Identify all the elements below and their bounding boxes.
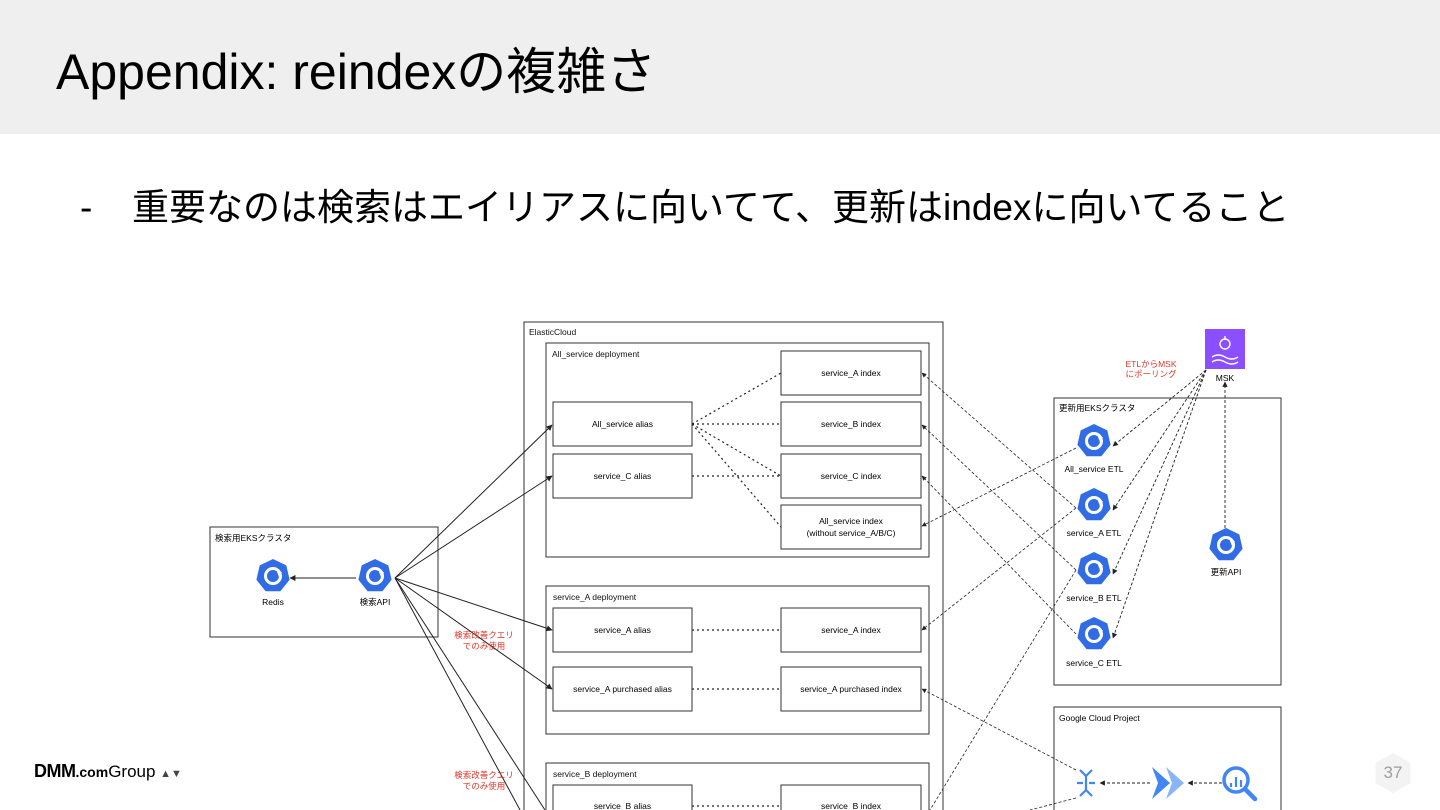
service-b-index-all: service_B index <box>780 401 922 447</box>
svg-text:service_C alias: service_C alias <box>594 471 652 481</box>
svg-text:service_B index: service_B index <box>821 419 882 429</box>
note-improve-2: 検索改善クエリ でのみ使用 <box>454 770 514 791</box>
svg-text:service_A alias: service_A alias <box>594 625 651 635</box>
all-service-alias: All_service alias <box>552 401 693 447</box>
kubernetes-icon <box>1207 526 1245 562</box>
svg-text:検索改善クエリ: 検索改善クエリ <box>454 630 514 640</box>
svg-text:service_B ETL: service_B ETL <box>1066 593 1122 603</box>
svg-text:service_A ETL: service_A ETL <box>1067 528 1122 538</box>
search-api-arrows <box>394 424 553 810</box>
page-number-badge: 37 <box>1372 752 1414 794</box>
svg-text:service_A index: service_A index <box>821 368 881 378</box>
kubernetes-icon <box>1075 615 1113 651</box>
bigquery-icon <box>1222 766 1258 802</box>
msk-icon <box>1205 329 1245 369</box>
svg-text:検索API: 検索API <box>360 597 391 607</box>
svg-text:service_A index: service_A index <box>821 625 881 635</box>
logo-mark-icon: ▲▼ <box>160 768 182 780</box>
architecture-diagram: ElasticCloud All_service deployment serv… <box>209 321 1282 810</box>
msk-node: MSK <box>1205 329 1245 383</box>
kubernetes-icon <box>1075 550 1113 586</box>
kubernetes-icon <box>356 557 394 593</box>
dataflow-icon <box>1077 769 1095 797</box>
svg-text:service_B alias: service_B alias <box>594 801 651 810</box>
kubernetes-icon <box>1075 422 1113 458</box>
gcp-project-label: Google Cloud Project <box>1059 713 1140 723</box>
service-a-index-all: service_A index <box>780 350 922 396</box>
svg-text:でのみ使用: でのみ使用 <box>463 781 506 791</box>
service-c-index-all: service_C index <box>780 453 922 499</box>
service-a-purchased-index: service_A purchased index <box>780 666 922 712</box>
svg-text:Redis: Redis <box>262 597 284 607</box>
service-a-index: service_A index <box>780 607 922 653</box>
service-a-purchased-alias: service_A purchased alias <box>552 666 693 712</box>
pubsub-icon <box>1152 767 1184 799</box>
svg-text:MSK: MSK <box>1216 373 1235 383</box>
dmm-logo: DMM.comGroup ▲▼ <box>34 761 182 781</box>
service-b-index: service_B index <box>780 784 922 810</box>
svg-text:All_service ETL: All_service ETL <box>1064 464 1123 474</box>
svg-text:service_C index: service_C index <box>821 471 882 481</box>
msk-note: ETLからMSK にポーリング <box>1125 359 1177 379</box>
svg-text:検索改善クエリ: 検索改善クエリ <box>454 770 514 780</box>
svg-text:All_service alias: All_service alias <box>592 419 653 429</box>
service-b-deployment-label: service_B deployment <box>553 769 637 779</box>
elastic-cloud-label: ElasticCloud <box>529 327 577 337</box>
service-a-etl-node: service_A ETL <box>1067 486 1122 538</box>
svg-text:service_C ETL: service_C ETL <box>1066 658 1122 668</box>
service-a-alias: service_A alias <box>552 607 693 653</box>
svg-text:更新API: 更新API <box>1211 567 1242 577</box>
svg-text:service_A purchased alias: service_A purchased alias <box>573 684 672 694</box>
search-cluster-label: 検索用EKSクラスタ <box>215 533 291 543</box>
search-api-node: 検索API <box>356 557 394 607</box>
svg-text:All_service index: All_service index <box>819 516 884 526</box>
update-api-node: 更新API <box>1207 526 1245 577</box>
all-service-index: All_service index (without service_A/B/C… <box>780 504 922 550</box>
svg-text:ETLからMSK: ETLからMSK <box>1125 359 1176 369</box>
service-c-etl-node: service_C ETL <box>1066 615 1122 668</box>
service-b-alias: service_B alias <box>552 784 693 810</box>
redis-node: Redis <box>254 557 292 607</box>
kubernetes-icon <box>254 557 292 593</box>
service-c-alias: service_C alias <box>552 453 693 499</box>
service-b-etl-node: service_B ETL <box>1066 550 1122 603</box>
kubernetes-icon <box>1075 486 1113 522</box>
svg-text:でのみ使用: でのみ使用 <box>463 641 506 651</box>
service-a-deployment-label: service_A deployment <box>553 592 637 602</box>
note-improve-1: 検索改善クエリ でのみ使用 <box>454 630 514 651</box>
all-service-deployment-label: All_service deployment <box>552 349 640 359</box>
svg-text:(without service_A/B/C): (without service_A/B/C) <box>807 528 896 538</box>
alias-index-links <box>691 372 782 807</box>
search-cluster-box <box>209 526 439 638</box>
update-cluster-label: 更新用EKSクラスタ <box>1059 403 1135 413</box>
page-number: 37 <box>1383 763 1403 782</box>
svg-text:service_A purchased index: service_A purchased index <box>800 684 902 694</box>
svg-text:service_B index: service_B index <box>821 801 882 810</box>
etl-index-arrows <box>921 372 1077 810</box>
svg-text:にポーリング: にポーリング <box>1125 369 1177 379</box>
